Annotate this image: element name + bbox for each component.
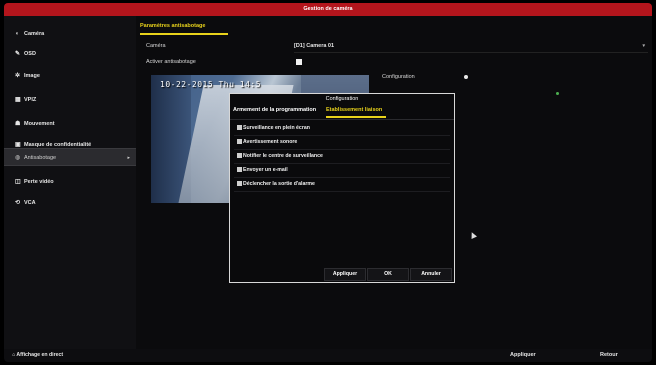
tamper-icon: ◍ <box>15 155 21 161</box>
divider <box>234 163 450 164</box>
option-send-email[interactable]: Envoyer un e-mail <box>237 166 288 175</box>
tab-underline <box>140 33 228 35</box>
camera-select-value: [D1] Camera 01 <box>294 43 335 49</box>
divider <box>234 191 450 192</box>
sidebar: ◖ Caméra ✎ OSD ✲ Image ▦ VPIZ ☗ Mouvement ▣ Ma… <box>4 16 136 349</box>
divider <box>234 135 450 136</box>
video-loss-icon: ◫ <box>15 179 21 185</box>
sidebar-item-label: Mouvement <box>24 121 55 127</box>
config-dialog: Configuration Armement de la programmati… <box>229 93 455 283</box>
divider <box>234 177 450 178</box>
sidebar-item-vpiz[interactable]: ▦ VPIZ <box>4 91 136 109</box>
checkbox[interactable] <box>237 180 242 186</box>
tab-linkage[interactable]: Etablissement liaison <box>326 107 382 113</box>
divider <box>234 149 450 150</box>
screen: Gestion de caméra ◖ Caméra ✎ OSD ✲ Image ▦ V… <box>4 3 652 362</box>
vpiz-icon: ▦ <box>15 97 21 103</box>
sidebar-item-vca[interactable]: ⟲ VCA <box>4 194 136 212</box>
vca-icon: ⟲ <box>15 200 21 206</box>
footer-apply-button[interactable]: Appliquer <box>510 352 536 358</box>
sidebar-item-label: OSD <box>24 51 36 57</box>
tab-tamper-settings[interactable]: Paramètres antisabotage <box>140 23 205 29</box>
sidebar-item-video-loss[interactable]: ◫ Perte vidéo <box>4 173 136 191</box>
sidebar-item-osd[interactable]: ✎ OSD <box>4 45 136 63</box>
camera-icon: ◖ <box>15 31 19 37</box>
mouse-cursor-icon <box>469 231 477 239</box>
checkbox[interactable] <box>237 166 242 172</box>
window-title: Gestion de caméra <box>4 3 652 16</box>
camera-select[interactable]: [D1] Camera 01 ▾ <box>294 41 648 53</box>
apply-button[interactable]: Appliquer <box>324 268 366 281</box>
sidebar-item-image[interactable]: ✲ Image <box>4 67 136 85</box>
chevron-right-icon: ▸ <box>127 155 130 161</box>
sensitivity-slider-handle[interactable] <box>556 92 559 95</box>
sidebar-item-label: Perte vidéo <box>24 179 54 185</box>
checkbox[interactable] <box>237 152 242 158</box>
sidebar-item-label: VCA <box>24 200 36 206</box>
option-audible-warning[interactable]: Avertissement sonore <box>237 138 297 147</box>
live-view-label: Affichage en direct <box>16 352 64 358</box>
sidebar-item-tamper[interactable]: ◍ Antisabotage ▸ <box>4 148 136 166</box>
option-label: Déclencher la sortie d'alarme <box>243 181 315 187</box>
tab-underline <box>326 116 386 118</box>
option-trigger-alarm-output[interactable]: Déclencher la sortie d'alarme <box>237 180 315 189</box>
enable-tamper-label: Activer antisabotage <box>146 59 196 65</box>
tab-arming-schedule[interactable]: Armement de la programmation <box>233 107 316 113</box>
cancel-button[interactable]: Annuler <box>410 268 452 281</box>
option-label: Avertissement sonore <box>243 139 298 145</box>
dialog-title: Configuration <box>325 96 359 102</box>
sidebar-item-label: VPIZ <box>24 97 37 103</box>
config-label: Configuration <box>382 74 415 80</box>
motion-icon: ☗ <box>15 121 21 127</box>
osd-icon: ✎ <box>15 51 21 57</box>
image-icon: ✲ <box>15 73 21 79</box>
sidebar-item-camera[interactable]: ◖ Caméra <box>4 25 136 43</box>
option-label: Surveillance en plein écran <box>243 125 310 131</box>
live-view-button[interactable]: ⌂ Affichage en direct <box>12 352 63 358</box>
checkbox[interactable] <box>237 138 242 144</box>
option-label: Envoyer un e-mail <box>243 167 288 173</box>
footer-bar: ⌂ Affichage en direct Appliquer Retour <box>4 349 652 362</box>
sidebar-item-label: Caméra <box>24 31 45 37</box>
config-button-icon[interactable] <box>464 75 468 79</box>
ok-button[interactable]: OK <box>367 268 409 281</box>
sidebar-item-motion[interactable]: ☗ Mouvement <box>4 115 136 133</box>
back-button[interactable]: Retour <box>600 352 618 358</box>
chevron-down-icon: ▾ <box>642 43 645 49</box>
divider <box>230 119 454 120</box>
checkbox[interactable] <box>237 124 242 130</box>
enable-tamper-checkbox[interactable] <box>296 59 302 65</box>
sidebar-item-label: Image <box>24 73 40 79</box>
preview-timestamp: 10-22-2015 Thu 14:5 <box>160 80 262 89</box>
option-label: Notifier le centre de surveillance <box>243 153 323 159</box>
sidebar-item-label: Antisabotage <box>24 155 57 161</box>
camera-label: Caméra <box>146 43 166 49</box>
option-notify-center[interactable]: Notifier le centre de surveillance <box>237 152 323 161</box>
option-fullscreen-monitoring[interactable]: Surveillance en plein écran <box>237 124 310 133</box>
